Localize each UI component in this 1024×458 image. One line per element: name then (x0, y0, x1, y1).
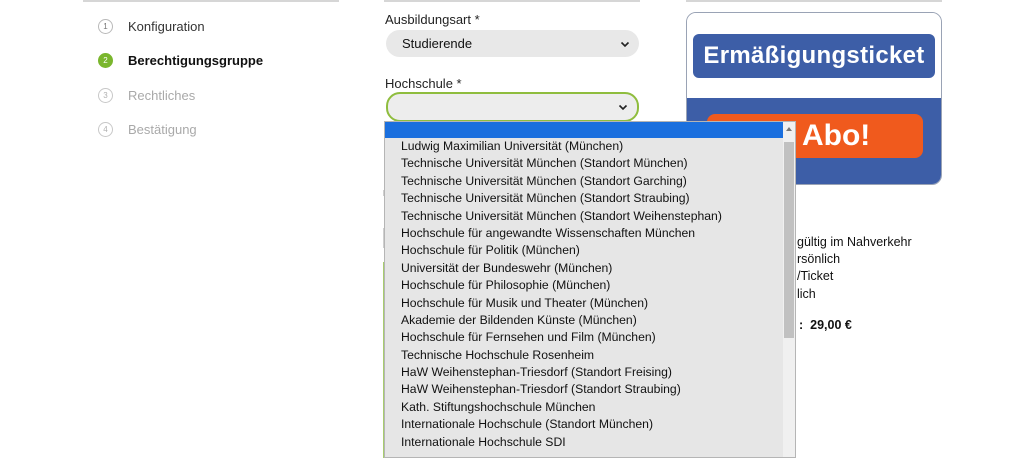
scrollbar-thumb[interactable] (784, 142, 794, 338)
chevron-down-icon (618, 104, 628, 111)
dropdown-option[interactable]: Technische Universität München (Standort… (385, 173, 783, 190)
dropdown-option[interactable]: Technische Universität München (Standort… (385, 190, 783, 207)
dropdown-option[interactable]: Hochschule für Philosophie (München) (385, 277, 783, 294)
ausbildungsart-select[interactable]: Studierende (386, 30, 639, 57)
chevron-down-icon (620, 41, 630, 47)
dropdown-option[interactable]: Hochschule für Fernsehen und Film (Münch… (385, 329, 783, 346)
dropdown-option[interactable]: Internationale Hochschule SDI (385, 434, 783, 451)
hochschule-label: Hochschule * (385, 76, 462, 91)
step-number: 4 (98, 122, 113, 137)
price-value: 29,00 € (810, 318, 852, 332)
ausbildungsart-value: Studierende (402, 36, 473, 51)
dropdown-option[interactable]: Hochschule für angewandte Wissenschaften… (385, 225, 783, 242)
info-line: /Ticket (797, 269, 834, 283)
step-navigation: 1 Konfiguration 2 Berechtigungsgruppe 3 … (98, 16, 263, 154)
dropdown-options: Ludwig Maximilian Universität (München) T… (385, 138, 795, 451)
step-number: 1 (98, 18, 113, 34)
info-line: rsönlich (797, 252, 841, 266)
dropdown-option[interactable]: Ludwig Maximilian Universität (München) (385, 138, 783, 155)
hochschule-select[interactable] (386, 92, 639, 122)
step-label: Berechtigungsgruppe (128, 53, 264, 68)
dropdown-option[interactable]: Akademie der Bildenden Künste (München) (385, 312, 783, 329)
price-prefix: : (799, 318, 804, 332)
dropdown-option[interactable]: HaW Weihenstephan-Triesdorf (Standort Fr… (385, 364, 783, 381)
step-bestaetigung: 4 Bestätigung (98, 120, 263, 140)
dropdown-option[interactable]: Technische Hochschule Rosenheim (385, 347, 783, 364)
card-title: Ermäßigungsticket (693, 34, 935, 78)
top-divider (384, 0, 640, 2)
info-line: gültig im Nahverkehr (797, 235, 912, 249)
ausbildungsart-label: Ausbildungsart * (385, 12, 480, 27)
step-label: Rechtliches (128, 87, 196, 103)
dropdown-option[interactable]: Technische Universität München (Standort… (385, 155, 783, 172)
hochschule-dropdown-list[interactable]: Ludwig Maximilian Universität (München) T… (384, 121, 796, 458)
highlighted-option[interactable] (385, 122, 783, 138)
dropdown-option[interactable]: Hochschule für Musik und Theater (Münche… (385, 295, 783, 312)
info-line: lich (797, 287, 816, 301)
step-rechtliches: 3 Rechtliches (98, 85, 263, 105)
scroll-up-icon[interactable] (785, 125, 793, 133)
dropdown-option[interactable]: Hochschule für Politik (München) (385, 242, 783, 259)
top-divider (686, 0, 942, 2)
dropdown-option[interactable]: Technische Universität München (Standort… (385, 208, 783, 225)
dropdown-option[interactable]: HaW Weihenstephan-Triesdorf (Standort St… (385, 381, 783, 398)
step-label: Bestätigung (128, 122, 197, 137)
dropdown-scrollbar[interactable] (783, 122, 795, 457)
step-label: Konfiguration (128, 18, 205, 34)
step-number: 3 (98, 87, 113, 103)
dropdown-option[interactable]: Internationale Hochschule (Standort Münc… (385, 416, 783, 433)
dropdown-option[interactable]: Universität der Bundeswehr (München) (385, 260, 783, 277)
price-row: : 29,00 € (799, 318, 852, 332)
dropdown-option[interactable]: Kath. Stiftungshochschule München (385, 399, 783, 416)
step-berechtigungsgruppe[interactable]: 2 Berechtigungsgruppe (98, 51, 263, 71)
step-konfiguration[interactable]: 1 Konfiguration (98, 16, 263, 36)
step-number: 2 (98, 53, 113, 68)
top-divider (83, 0, 339, 2)
